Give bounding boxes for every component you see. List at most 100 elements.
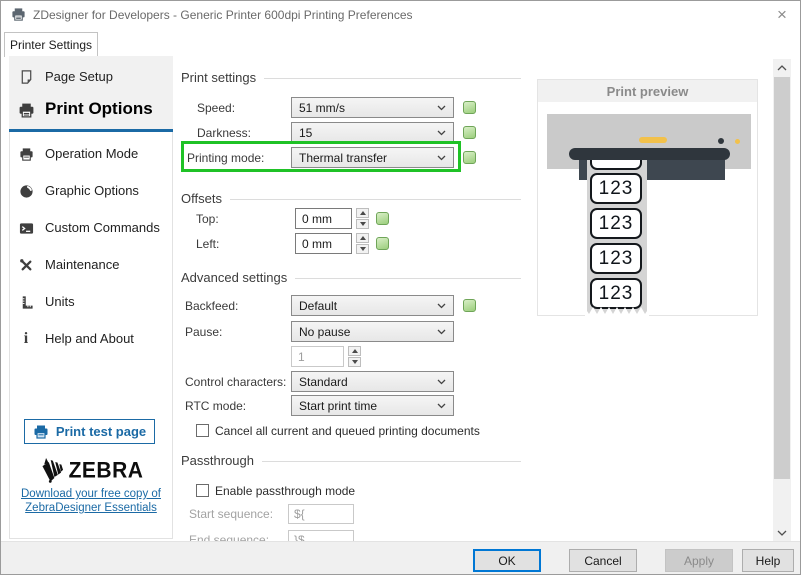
scroll-down-button[interactable]: [773, 524, 791, 541]
printing-mode-select[interactable]: Thermal transfer: [291, 147, 454, 168]
left-offset-stepper: [356, 233, 369, 254]
chevron-down-icon: [437, 105, 446, 111]
window-title: ZDesigner for Developers - Generic Print…: [33, 8, 413, 22]
section-offsets: Offsets: [181, 190, 521, 206]
sidebar-item-operation-mode[interactable]: Operation Mode: [9, 144, 173, 164]
sidebar-item-custom-commands[interactable]: Custom Commands: [9, 218, 173, 238]
speed-select[interactable]: 51 mm/s: [291, 97, 454, 118]
left-offset-input[interactable]: 0 mm: [295, 233, 352, 254]
pause-select[interactable]: No pause: [291, 321, 454, 342]
label-123: 123: [590, 208, 642, 239]
apply-button: Apply: [665, 549, 733, 572]
chevron-down-icon: [437, 155, 446, 161]
print-preview-panel: Print preview 123 123 123 123: [537, 79, 758, 316]
chevron-down-icon: [437, 379, 446, 385]
sidebar-item-label: Page Setup: [45, 69, 113, 84]
sidebar-item-page-setup[interactable]: Page Setup: [9, 67, 173, 87]
top-offset-input[interactable]: 0 mm: [295, 208, 352, 229]
top-offset-label: Top:: [196, 212, 219, 226]
darkness-status-led[interactable]: [463, 126, 476, 139]
printer-icon: [17, 145, 35, 163]
help-button[interactable]: Help: [742, 549, 794, 572]
spin-up-button[interactable]: [356, 208, 369, 218]
darkness-select[interactable]: 15: [291, 122, 454, 143]
sidebar-item-print-options[interactable]: Print Options: [9, 100, 173, 120]
info-icon: i: [17, 330, 35, 348]
section-title: Passthrough: [181, 453, 254, 468]
page-icon: [17, 68, 35, 86]
chevron-down-icon: [437, 303, 446, 309]
sidebar-item-help-and-about[interactable]: i Help and About: [9, 329, 173, 349]
chevron-down-icon: [437, 403, 446, 409]
cancel-documents-label: Cancel all current and queued printing d…: [215, 424, 480, 438]
sidebar-item-label: Help and About: [45, 331, 134, 346]
cancel-button[interactable]: Cancel: [569, 549, 637, 572]
scroll-up-button[interactable]: [773, 59, 791, 76]
backfeed-select[interactable]: Default: [291, 295, 454, 316]
top-offset-stepper: [356, 208, 369, 229]
ok-button[interactable]: OK: [473, 549, 541, 572]
backfeed-status-led[interactable]: [463, 299, 476, 312]
pause-count-input: 1: [291, 346, 344, 367]
print-test-page-label: Print test page: [56, 424, 146, 439]
top-offset-status-led[interactable]: [376, 212, 389, 225]
section-title: Offsets: [181, 191, 222, 206]
title-bar: ZDesigner for Developers - Generic Print…: [1, 1, 800, 29]
sidebar-item-maintenance[interactable]: Maintenance: [9, 255, 173, 275]
sidebar-item-label: Maintenance: [45, 257, 119, 272]
section-rule: [230, 199, 521, 200]
vertical-scrollbar[interactable]: [773, 59, 791, 541]
scrollbar-thumb[interactable]: [774, 77, 790, 479]
spin-down-button[interactable]: [348, 357, 361, 367]
darkness-label: Darkness:: [197, 126, 251, 140]
printer-led-dot: [735, 139, 740, 144]
enable-passthrough-checkbox[interactable]: [196, 484, 209, 497]
section-advanced-settings: Advanced settings: [181, 269, 521, 285]
download-link-line1[interactable]: Download your free copy of: [9, 488, 173, 500]
section-title: Print settings: [181, 70, 256, 85]
print-test-page-button[interactable]: Print test page: [24, 419, 155, 444]
start-sequence-label: Start sequence:: [189, 507, 273, 521]
close-button[interactable]: ×: [769, 4, 795, 26]
zebra-logo: ZEBRA: [9, 457, 173, 485]
printing-mode-status-led[interactable]: [463, 151, 476, 164]
download-link-line2[interactable]: ZebraDesigner Essentials: [9, 502, 173, 514]
section-title: Advanced settings: [181, 270, 287, 285]
spin-up-button[interactable]: [348, 346, 361, 356]
start-sequence-input: ${: [288, 504, 354, 524]
rtc-mode-label: RTC mode:: [185, 399, 246, 413]
tab-printer-settings[interactable]: Printer Settings: [4, 32, 98, 57]
section-rule: [264, 78, 521, 79]
cancel-documents-row: Cancel all current and queued printing d…: [181, 422, 661, 440]
ruler-icon: [17, 293, 35, 311]
section-rule: [295, 278, 521, 279]
zebra-head-icon: [39, 458, 65, 484]
sidebar-item-label: Graphic Options: [45, 183, 139, 198]
spin-up-button[interactable]: [356, 233, 369, 243]
left-offset-status-led[interactable]: [376, 237, 389, 250]
cancel-documents-checkbox[interactable]: [196, 424, 209, 437]
sidebar-item-label: Print Options: [45, 99, 153, 119]
sidebar-item-label: Units: [45, 294, 75, 309]
control-characters-row: Control characters: Standard: [181, 371, 661, 392]
pause-row: Pause: No pause: [181, 321, 661, 342]
terminal-icon: [17, 219, 35, 237]
sidebar-item-graphic-options[interactable]: Graphic Options: [9, 181, 173, 201]
printing-mode-label: Printing mode:: [187, 151, 264, 165]
section-rule: [262, 461, 521, 462]
control-characters-label: Control characters:: [185, 375, 286, 389]
sidebar-item-units[interactable]: Units: [9, 292, 173, 312]
dialog-footer: OK Cancel Apply Help: [1, 541, 801, 575]
printer-icon: [33, 424, 49, 440]
control-characters-select[interactable]: Standard: [291, 371, 454, 392]
printer-slot: [569, 148, 730, 160]
printer-button-dot: [718, 138, 724, 144]
section-print-settings: Print settings: [181, 69, 521, 85]
printer-icon: [17, 101, 35, 119]
printer-icon: [11, 7, 26, 25]
speed-status-led[interactable]: [463, 101, 476, 114]
rtc-mode-select[interactable]: Start print time: [291, 395, 454, 416]
printer-logo-bar: [639, 137, 667, 143]
spin-down-button[interactable]: [356, 244, 369, 254]
spin-down-button[interactable]: [356, 219, 369, 229]
